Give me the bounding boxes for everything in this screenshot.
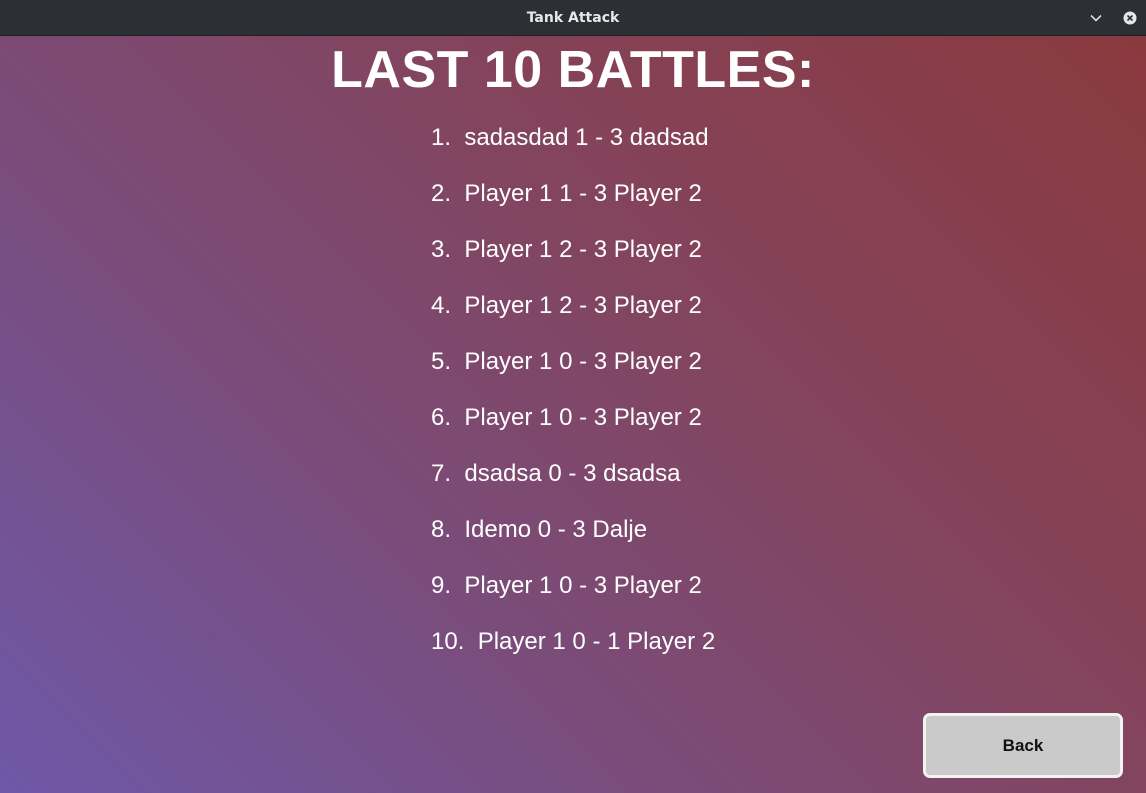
battle-number: 1. — [431, 124, 452, 151]
battle-number: 3. — [431, 236, 452, 263]
battle-result: Idemo 0 - 3 Dalje — [464, 516, 648, 543]
battle-item: 2. Player 1 1 - 3 Player 2 — [431, 176, 931, 232]
battle-item: 10. Player 1 0 - 1 Player 2 — [431, 624, 931, 680]
back-button[interactable]: Back — [923, 713, 1123, 778]
battle-number: 7. — [431, 460, 452, 487]
battle-result: dsadsa 0 - 3 dsadsa — [464, 460, 681, 487]
chevron-down-icon — [1090, 14, 1102, 22]
battles-screen: LAST 10 BATTLES: 1. sadasdad 1 - 3 dadsa… — [0, 36, 1146, 793]
close-button[interactable] — [1120, 8, 1140, 28]
battle-item: 3. Player 1 2 - 3 Player 2 — [431, 232, 931, 288]
battle-result: Player 1 0 - 1 Player 2 — [477, 628, 716, 655]
battle-item: 1. sadasdad 1 - 3 dadsad — [431, 120, 931, 176]
battle-number: 10. — [431, 628, 465, 655]
battle-number: 6. — [431, 404, 452, 431]
minimize-button[interactable] — [1086, 8, 1106, 28]
battle-number: 8. — [431, 516, 452, 543]
battle-item: 6. Player 1 0 - 3 Player 2 — [431, 400, 931, 456]
battle-item: 9. Player 1 0 - 3 Player 2 — [431, 568, 931, 624]
window-title: Tank Attack — [526, 10, 620, 26]
battle-number: 4. — [431, 292, 452, 319]
battle-list: 1. sadasdad 1 - 3 dadsad 2. Player 1 1 -… — [431, 120, 931, 680]
battle-result: Player 1 0 - 3 Player 2 — [464, 348, 702, 375]
battle-result: sadasdad 1 - 3 dadsad — [464, 124, 709, 151]
close-circle-icon — [1123, 11, 1137, 25]
battle-item: 5. Player 1 0 - 3 Player 2 — [431, 344, 931, 400]
battle-item: 7. dsadsa 0 - 3 dsadsa — [431, 456, 931, 512]
battle-item: 4. Player 1 2 - 3 Player 2 — [431, 288, 931, 344]
battle-item: 8. Idemo 0 - 3 Dalje — [431, 512, 931, 568]
battle-number: 9. — [431, 572, 452, 599]
window-titlebar: Tank Attack — [0, 0, 1146, 36]
battle-result: Player 1 1 - 3 Player 2 — [464, 180, 702, 207]
battle-number: 2. — [431, 180, 452, 207]
battle-number: 5. — [431, 348, 452, 375]
page-title: LAST 10 BATTLES: — [331, 41, 815, 99]
battle-result: Player 1 2 - 3 Player 2 — [464, 236, 702, 263]
battle-result: Player 1 0 - 3 Player 2 — [464, 404, 702, 431]
battle-result: Player 1 0 - 3 Player 2 — [464, 572, 702, 599]
battle-result: Player 1 2 - 3 Player 2 — [464, 292, 702, 319]
